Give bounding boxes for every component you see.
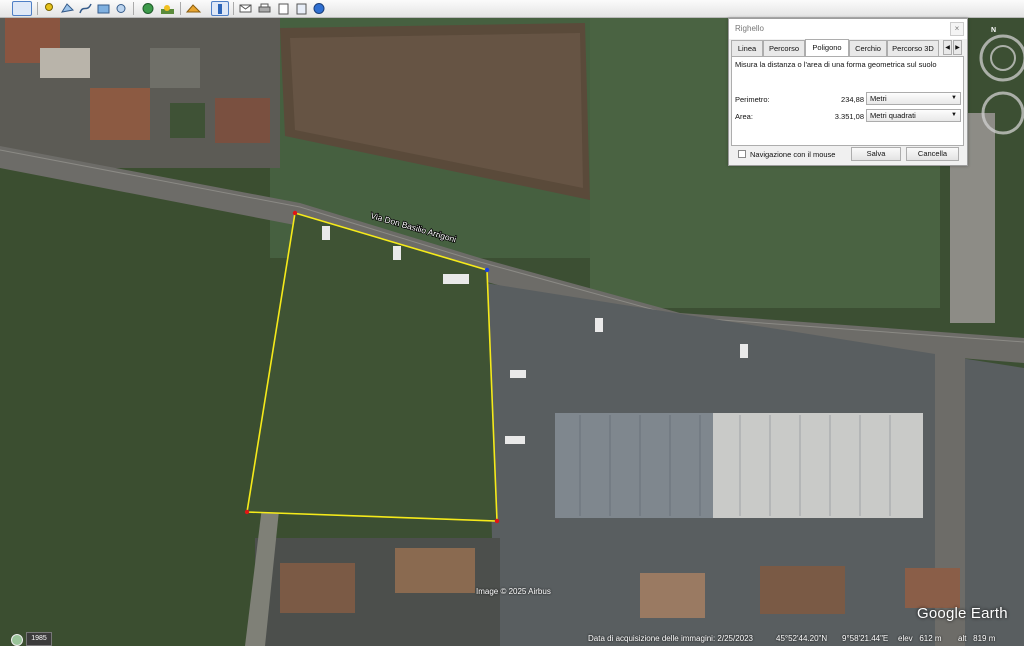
record-tour-icon[interactable] (113, 1, 130, 16)
save-image-icon[interactable] (275, 1, 292, 16)
perimeter-unit-select[interactable]: Metri ▼ (866, 92, 961, 105)
toolbar-separator (180, 2, 181, 15)
print-icon[interactable] (256, 1, 273, 16)
area-value: 3.351,08 (834, 112, 864, 121)
sidebar-toggle-icon[interactable] (12, 1, 32, 16)
email-icon[interactable] (237, 1, 254, 16)
save-button[interactable]: Salva (851, 147, 901, 161)
altitude-readout: alt 819 m (958, 634, 996, 643)
ruler-icon[interactable] (211, 1, 229, 16)
timeline-icon[interactable] (11, 634, 23, 646)
close-icon[interactable]: × (950, 22, 964, 36)
chevron-down-icon: ▼ (951, 95, 957, 101)
area-unit-select[interactable]: Metri quadrati ▼ (866, 109, 961, 122)
imagery-credit: Image © 2025 Airbus (476, 587, 551, 596)
tab-poligono[interactable]: Poligono (805, 39, 849, 57)
toolbar-separator (233, 2, 234, 15)
tab-cerchio[interactable]: Cerchio (849, 40, 887, 56)
longitude-readout: 9°58'21.44"E (842, 634, 889, 643)
polygon-vertex[interactable] (484, 267, 490, 273)
description-text: Misura la distanza o l'area di una forma… (735, 60, 937, 69)
perimeter-unit-value: Metri (870, 94, 887, 103)
tab-linea[interactable]: Linea (731, 40, 763, 56)
toolbar-separator (37, 2, 38, 15)
add-image-overlay-icon[interactable] (95, 1, 112, 16)
polygon-vertex[interactable] (494, 518, 500, 524)
polygon-vertex[interactable] (292, 210, 298, 216)
acquisition-date: Data di acquisizione delle immagini: 2/2… (588, 634, 753, 643)
tab-percorso[interactable]: Percorso (763, 40, 805, 56)
historical-year-badge[interactable]: 1985 (26, 632, 52, 646)
perimeter-label: Perimetro: (735, 95, 770, 104)
tab-percorso-3d[interactable]: Percorso 3D (887, 40, 939, 56)
perimeter-value: 234,88 (841, 95, 864, 104)
dialog-titlebar[interactable]: Righello × (729, 19, 967, 39)
area-unit-value: Metri quadrati (870, 111, 916, 120)
mouse-navigation-checkbox[interactable] (738, 150, 746, 158)
dialog-title: Righello (735, 24, 764, 33)
toolbar (0, 0, 1024, 18)
latitude-readout: 45°52'44.20"N (776, 634, 828, 643)
sunlight-icon[interactable] (159, 1, 176, 16)
polygon-vertex[interactable] (244, 509, 250, 515)
tab-scroll-right-icon[interactable]: ▶ (953, 40, 962, 55)
add-path-icon[interactable] (77, 1, 94, 16)
polygon-panel: Misura la distanza o l'area di una forma… (731, 56, 964, 146)
area-label: Area: (735, 112, 753, 121)
elevation-readout: elev 612 m (898, 634, 942, 643)
mouse-navigation-label: Navigazione con il mouse (750, 150, 836, 159)
tab-scroll-left-icon[interactable]: ◀ (943, 40, 952, 55)
switch-to-sky-icon[interactable] (185, 1, 202, 16)
add-polygon-icon[interactable] (59, 1, 76, 16)
ruler-dialog: Righello × Linea Percorso Poligono Cerch… (728, 18, 968, 166)
globe-icon[interactable] (311, 1, 328, 16)
toolbar-separator (133, 2, 134, 15)
north-indicator: N (991, 27, 996, 34)
historical-imagery-icon[interactable] (140, 1, 157, 16)
view-in-maps-icon[interactable] (293, 1, 310, 16)
google-earth-logo: Google Earth (917, 605, 1008, 622)
cancel-button[interactable]: Cancella (906, 147, 959, 161)
add-placemark-icon[interactable] (41, 1, 58, 16)
chevron-down-icon: ▼ (951, 112, 957, 118)
